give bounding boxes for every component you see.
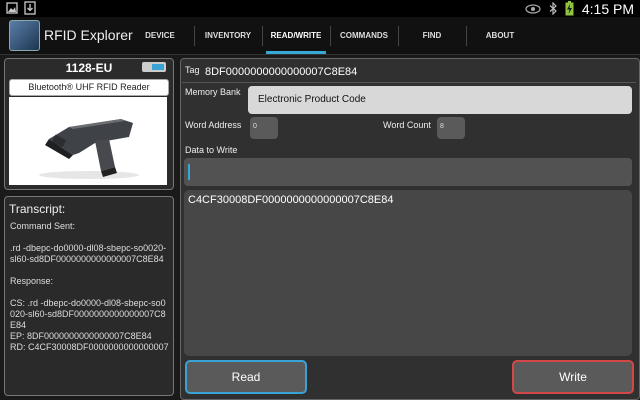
word-count-label: Word Count (383, 120, 431, 130)
tab-inventory[interactable]: INVENTORY (194, 17, 262, 54)
data-to-write-label: Data to Write (185, 145, 238, 155)
response-cs: CS: .rd -dbepc-do0000-dl08-sbepc-so0020-… (10, 298, 166, 330)
device-header: 1128-EU (5, 59, 173, 77)
download-icon (24, 1, 36, 15)
eye-icon (525, 3, 541, 14)
tab-read-write[interactable]: READ/WRITE (262, 17, 330, 54)
battery-charging-icon (565, 1, 574, 16)
app-bar: RFID Explorer DEVICE INVENTORY READ/WRIT… (0, 17, 640, 55)
data-to-write-input[interactable] (184, 158, 632, 186)
app-title: RFID Explorer (44, 27, 133, 43)
device-image (9, 97, 167, 185)
tab-about[interactable]: ABOUT (466, 17, 534, 54)
write-button[interactable]: Write (512, 360, 634, 394)
tab-find[interactable]: FIND (398, 17, 466, 54)
transcript-body: Command Sent: .rd -dbepc-do0000-dl08-sbe… (10, 221, 170, 353)
memory-bank-select[interactable]: Electronic Product Code (248, 86, 632, 114)
bluetooth-icon (549, 2, 557, 15)
transcript-panel[interactable]: Transcript: Command Sent: .rd -dbepc-do0… (4, 196, 174, 396)
memory-bank-value: Electronic Product Code (258, 94, 366, 105)
word-address-input[interactable]: 0 (250, 117, 278, 139)
memory-bank-label: Memory Bank (185, 87, 241, 97)
image-icon (6, 2, 18, 14)
result-value: C4CF30008DF0000000000000007C8E84 (188, 194, 394, 206)
device-panel[interactable]: 1128-EU Bluetooth® UHF RFID Reader (4, 58, 174, 190)
device-battery-icon (142, 62, 166, 72)
word-count-input[interactable]: 8 (437, 117, 465, 139)
word-address-label: Word Address (185, 120, 242, 130)
app-logo (9, 20, 40, 51)
response-label: Response: (10, 276, 54, 286)
response-ep: EP: 8DF0000000000000007C8E84 (10, 331, 152, 341)
result-display: C4CF30008DF0000000000000007C8E84 (184, 190, 632, 356)
text-cursor (188, 164, 190, 180)
tag-divider (182, 82, 636, 83)
command-sent-label: Command Sent: (10, 221, 76, 231)
word-address-value: 0 (253, 123, 257, 130)
tab-device[interactable]: DEVICE (126, 17, 194, 54)
device-description: Bluetooth® UHF RFID Reader (9, 79, 169, 96)
status-bar: 4:15 PM (0, 0, 640, 17)
tag-value: 8DF0000000000000007C8E84 (205, 66, 358, 78)
command-text: .rd -dbepc-do0000-dl08-sbepc-so0020-sl60… (10, 243, 167, 264)
word-count-value: 8 (440, 123, 444, 130)
status-time: 4:15 PM (581, 0, 634, 17)
transcript-title: Transcript: (9, 202, 66, 216)
tag-label: Tag (185, 65, 200, 75)
read-button[interactable]: Read (185, 360, 307, 394)
tab-commands[interactable]: COMMANDS (330, 17, 398, 54)
response-rd: RD: C4CF30008DF0000000000000007 (10, 342, 169, 352)
tab-bar: DEVICE INVENTORY READ/WRITE COMMANDS FIN… (126, 17, 534, 54)
